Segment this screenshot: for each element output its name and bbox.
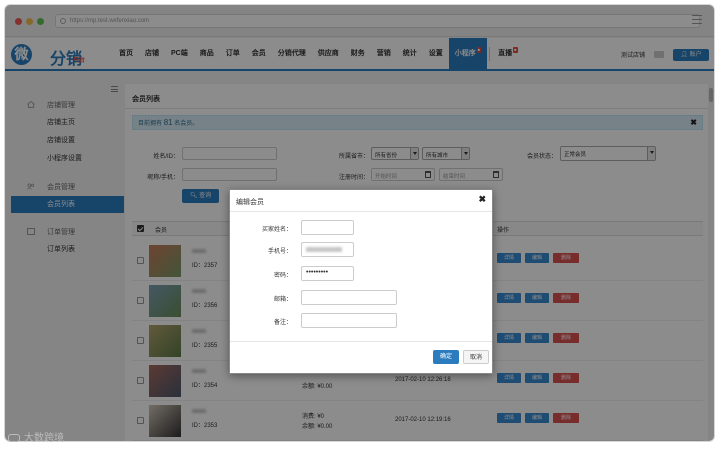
masked-phone — [306, 247, 342, 252]
remark-label: 备注： — [273, 320, 292, 326]
buyer-name-input[interactable] — [301, 220, 354, 235]
buyer-name-label: 买家姓名： — [261, 227, 292, 233]
close-icon[interactable]: ✖ — [478, 194, 486, 205]
email-input[interactable] — [301, 290, 397, 305]
confirm-button[interactable]: 确定 — [433, 350, 459, 364]
watermark: 大数跨境 — [8, 429, 64, 444]
divider — [230, 211, 492, 212]
watermark-text: 大数跨境 — [24, 433, 64, 444]
email-label: 邮箱： — [273, 297, 292, 303]
phone-label: 手机号： — [267, 249, 292, 255]
phone-input[interactable] — [301, 242, 354, 257]
divider — [230, 341, 492, 342]
password-input[interactable]: ••••••••• — [301, 266, 354, 281]
cancel-button[interactable]: 取消 — [463, 350, 489, 364]
remark-input[interactable] — [301, 313, 397, 328]
password-label: 密码： — [273, 273, 292, 279]
watermark-logo-icon — [8, 434, 20, 443]
dialog-title: 编辑会员 — [236, 199, 264, 206]
edit-member-dialog: 编辑会员 ✖ 买家姓名： 手机号： 密码： ••••••••• 邮箱： 备注： … — [229, 189, 493, 374]
